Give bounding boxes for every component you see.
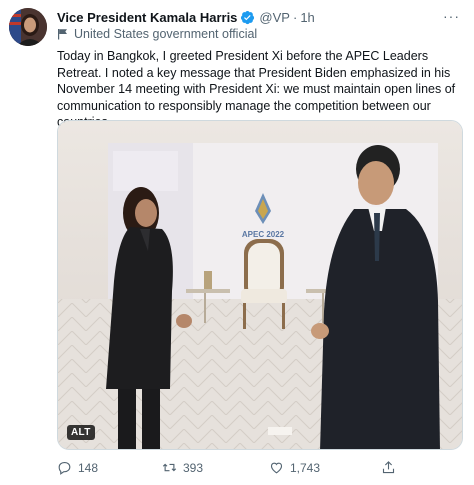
share-button[interactable] [381,460,402,475]
author-name[interactable]: Vice President Kamala Harris [57,10,237,25]
like-button[interactable]: 1,743 [269,460,320,475]
apec-sign-text: APEC 2022 [242,230,285,239]
like-count: 1,743 [290,460,321,475]
like-icon [270,462,283,474]
reply-count: 148 [78,460,99,475]
more-options-icon[interactable]: ··· [443,8,460,24]
government-flag-icon [58,29,67,40]
retweet-icon [162,463,177,472]
author-handle[interactable]: @VP [259,10,290,25]
verified-badge-icon [241,10,255,24]
reply-button[interactable]: 148 [57,460,98,475]
retweet-count: 393 [183,460,204,475]
share-icon [382,461,395,474]
tweet-header: Vice President Kamala Harris @VP · 1h [57,8,315,26]
tweet-photo[interactable]: APEC 2022 ALT [57,120,463,450]
retweet-button[interactable]: 393 [162,460,203,475]
reply-icon [58,461,71,475]
account-label[interactable]: United States government official [57,27,257,41]
timestamp[interactable]: 1h [300,10,314,25]
tweet-card[interactable]: Vice President Kamala Harris @VP · 1h ··… [0,0,474,485]
account-label-text: United States government official [74,27,258,41]
tweet-text: Today in Bangkok, I greeted President Xi… [57,49,456,129]
separator-dot: · [292,9,298,25]
avatar[interactable] [9,8,47,46]
alt-text-badge[interactable]: ALT [67,425,95,440]
action-bar: 148 393 1,743 [57,460,467,478]
